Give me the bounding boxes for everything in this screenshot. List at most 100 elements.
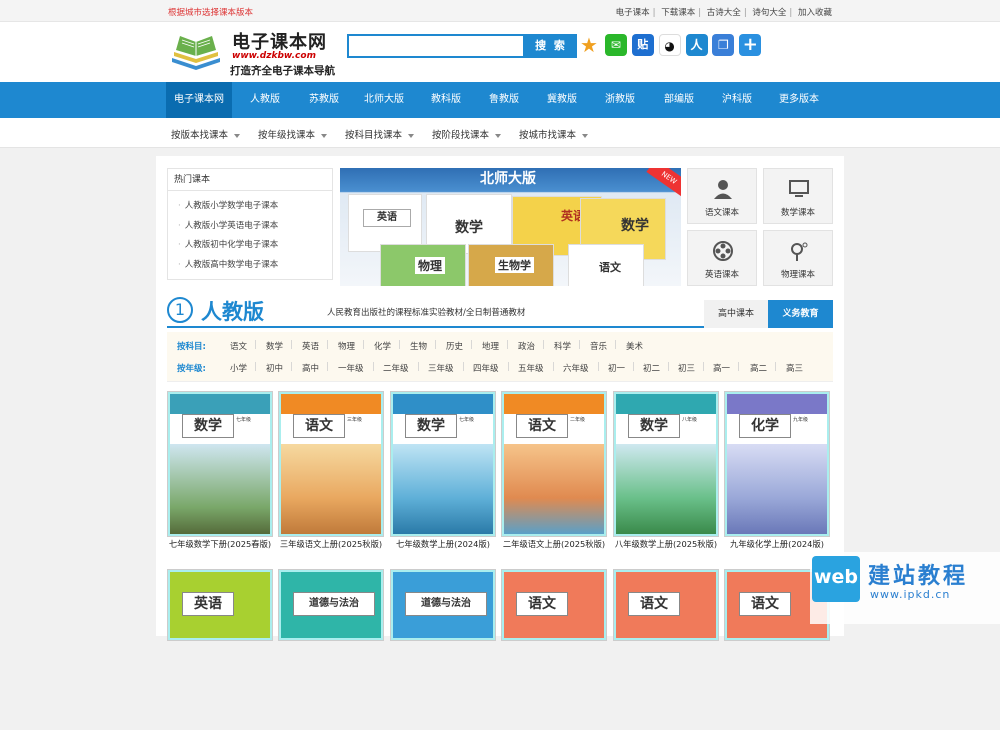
grade-option[interactable]: 四年级	[473, 362, 499, 374]
section-header: 1 人教版 人民教育出版社的课程标准实验教材/全日制普通教材 高中课本 义务教育	[167, 294, 833, 328]
tab-high-school[interactable]: 高中课本	[704, 300, 768, 328]
city-select-link[interactable]: 根据城市选择课本版本	[168, 6, 253, 18]
book-card[interactable]: 语文 三年级 三年级语文上册(2025秋版)	[279, 392, 383, 552]
book-cover: 化学 九年级	[725, 392, 829, 536]
cover-picture	[170, 444, 270, 534]
book-caption[interactable]: 七年级数学下册(2025春版)	[162, 538, 278, 550]
subject-option[interactable]: 科学	[554, 340, 571, 352]
header: 电子课本网 www.dzkbw.com 打造齐全电子课本导航 搜 索 ★ ✉ 贴…	[0, 22, 1000, 82]
subject-option[interactable]: 语文	[230, 340, 247, 352]
subject-option[interactable]: 美术	[626, 340, 643, 352]
subject-option[interactable]: 生物	[410, 340, 427, 352]
grade-option[interactable]: 初中	[266, 362, 283, 374]
book-card[interactable]: 数学 七年级 七年级数学下册(2025春版)	[168, 392, 272, 552]
book-card[interactable]: 道德与法治	[279, 570, 383, 730]
caret-down-icon	[321, 133, 328, 138]
nav-jjb[interactable]: 冀教版	[534, 82, 590, 118]
hot-book-item[interactable]: 人教版高中数学电子课本	[168, 256, 332, 276]
book-card[interactable]: 道德与法治	[391, 570, 495, 730]
subject-option[interactable]: 英语	[302, 340, 319, 352]
subnav-by-subject[interactable]: 按科目找课本	[345, 127, 415, 141]
nav-bbb[interactable]: 部编版	[651, 82, 707, 118]
caret-down-icon	[582, 133, 589, 138]
grade-option[interactable]: 五年级	[518, 362, 544, 374]
copy-icon[interactable]: ❐	[712, 34, 735, 56]
grade-option[interactable]: 三年级	[428, 362, 454, 374]
nav-more[interactable]: 更多版本	[768, 82, 830, 118]
grade-option[interactable]: 初三	[678, 362, 695, 374]
subnav-by-city[interactable]: 按城市找课本	[519, 127, 589, 141]
subject-option[interactable]: 政治	[518, 340, 535, 352]
cover-grade: 七年级	[459, 417, 475, 423]
wechat-icon[interactable]: ✉	[604, 34, 627, 56]
subnav-by-version[interactable]: 按版本找课本	[171, 127, 241, 141]
nav-jkb[interactable]: 教科版	[418, 82, 474, 118]
nav-bsd[interactable]: 北师大版	[355, 82, 413, 118]
nav-ljb[interactable]: 鲁教版	[476, 82, 532, 118]
grade-option[interactable]: 一年级	[338, 362, 364, 374]
banner[interactable]: 北师大版 NEW 英语 数学 英语 数学 物理 生物学 语文	[340, 168, 681, 286]
top-link-poems[interactable]: 古诗大全	[707, 8, 741, 18]
subject-option[interactable]: 历史	[446, 340, 463, 352]
renren-icon[interactable]: 人	[685, 34, 708, 56]
book-card[interactable]: 化学 九年级 九年级化学上册(2024版)	[725, 392, 829, 552]
grade-option[interactable]: 小学	[230, 362, 247, 374]
top-link-favorite[interactable]: 加入收藏	[798, 8, 832, 18]
top-link-download[interactable]: 下载课本	[661, 8, 695, 18]
book-card[interactable]: 数学 八年级 八年级数学上册(2025秋版)	[614, 392, 718, 552]
banner-book-title: 物理	[415, 257, 446, 274]
nav-home[interactable]: 电子课本网	[166, 82, 232, 118]
section-title[interactable]: 人教版	[201, 296, 264, 326]
subject-option[interactable]: 物理	[338, 340, 355, 352]
cover-grade: 七年级	[236, 417, 252, 423]
qq-icon[interactable]: ◕	[658, 34, 681, 56]
nav-zjb[interactable]: 浙教版	[592, 82, 648, 118]
book-caption[interactable]: 七年级数学上册(2024版)	[385, 538, 501, 550]
grade-option[interactable]: 高中	[302, 362, 319, 374]
subject-option[interactable]: 化学	[374, 340, 391, 352]
banner-book-title: 英语	[363, 209, 411, 227]
quick-chinese[interactable]: 语文课本	[687, 168, 757, 224]
grade-option[interactable]: 高二	[750, 362, 767, 374]
search-input[interactable]	[347, 34, 525, 58]
nav-hkb[interactable]: 沪科版	[709, 82, 765, 118]
subnav-by-grade[interactable]: 按年级找课本	[258, 127, 328, 141]
book-caption[interactable]: 二年级语文上册(2025秋版)	[496, 538, 612, 550]
tie-icon[interactable]: 贴	[631, 34, 654, 56]
subject-option[interactable]: 地理	[482, 340, 499, 352]
book-caption[interactable]: 三年级语文上册(2025秋版)	[273, 538, 389, 550]
hot-book-item[interactable]: 人教版小学数学电子课本	[168, 197, 332, 217]
tab-compulsory[interactable]: 义务教育	[768, 300, 833, 328]
grade-option[interactable]: 初一	[608, 362, 625, 374]
quick-math[interactable]: 数学课本	[763, 168, 833, 224]
grade-option[interactable]: 二年级	[383, 362, 409, 374]
site-logo[interactable]: 电子课本网 www.dzkbw.com 打造齐全电子课本导航	[168, 26, 338, 78]
hot-book-item[interactable]: 人教版小学英语电子课本	[168, 217, 332, 237]
book-card[interactable]: 语文	[502, 570, 606, 730]
plus-icon[interactable]: +	[739, 34, 762, 56]
top-link-ebook[interactable]: 电子课本	[616, 8, 650, 18]
subnav-by-stage[interactable]: 按阶段找课本	[432, 127, 502, 141]
quick-english[interactable]: 英语课本	[687, 230, 757, 286]
book-caption[interactable]: 九年级化学上册(2024版)	[719, 538, 835, 550]
nav-rjb[interactable]: 人教版	[237, 82, 293, 118]
grade-option[interactable]: 六年级	[563, 362, 589, 374]
book-card[interactable]: 语文 二年级 二年级语文上册(2025秋版)	[502, 392, 606, 552]
cover-title: 化学	[739, 414, 791, 438]
star-icon[interactable]: ★	[578, 34, 600, 56]
nav-sjb[interactable]: 苏教版	[296, 82, 352, 118]
book-caption[interactable]: 八年级数学上册(2025秋版)	[608, 538, 724, 550]
subject-option[interactable]: 音乐	[590, 340, 607, 352]
book-card[interactable]: 数学 七年级 七年级数学上册(2024版)	[391, 392, 495, 552]
book-card[interactable]: 语文	[614, 570, 718, 730]
hot-book-item[interactable]: 人教版初中化学电子课本	[168, 236, 332, 256]
quick-physics[interactable]: 物理课本	[763, 230, 833, 286]
grade-option[interactable]: 初二	[643, 362, 660, 374]
grade-option[interactable]: 高一	[713, 362, 730, 374]
subject-option[interactable]: 数学	[266, 340, 283, 352]
book-card[interactable]: 英语	[168, 570, 272, 730]
search-button[interactable]: 搜 索	[525, 34, 577, 58]
cover-picture	[281, 444, 381, 534]
top-link-verses[interactable]: 诗句大全	[752, 8, 786, 18]
grade-option[interactable]: 高三	[786, 362, 803, 374]
